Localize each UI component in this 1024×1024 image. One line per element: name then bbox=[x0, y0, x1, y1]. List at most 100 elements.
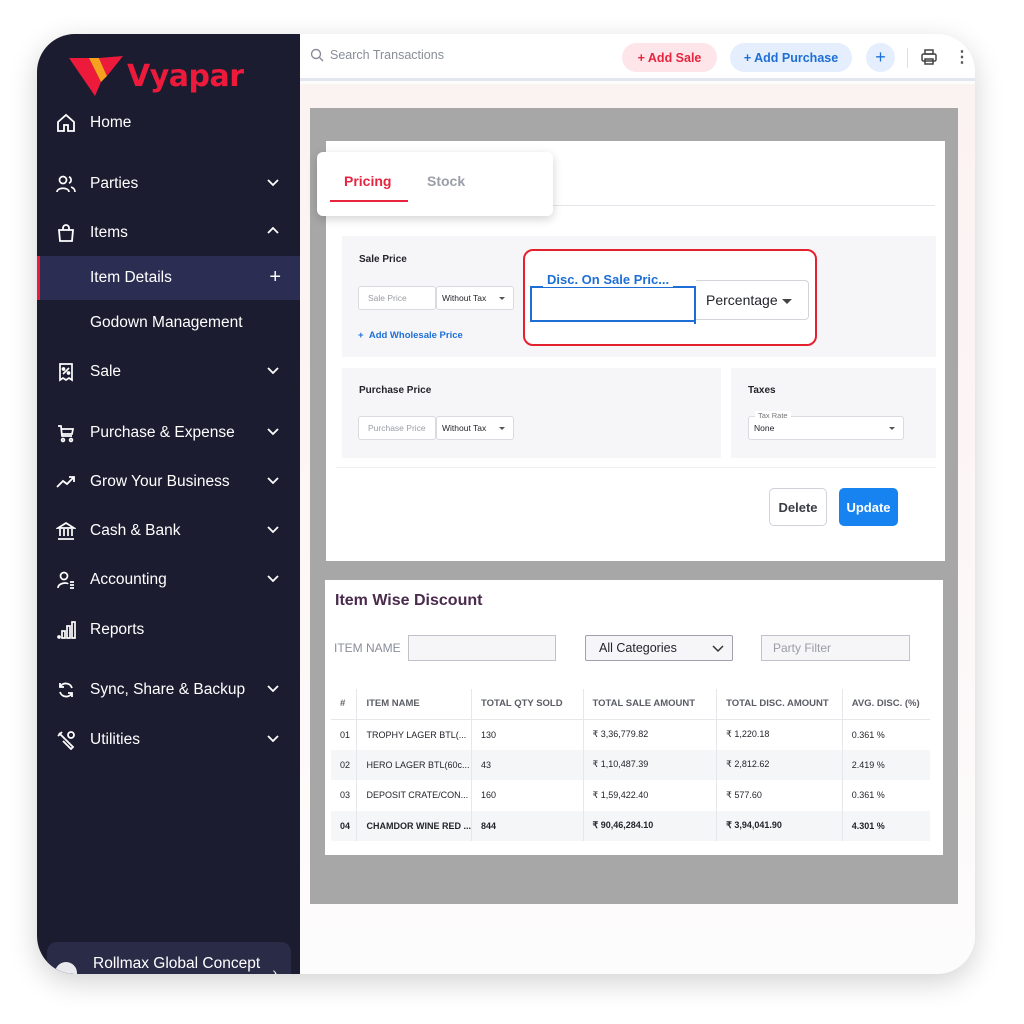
table-cell: 4.301 % bbox=[842, 810, 930, 841]
sidebar-item-accounting[interactable]: Accounting bbox=[37, 558, 300, 602]
company-switcher[interactable]: Rollmax Global Concept › bbox=[47, 942, 291, 974]
table-cell: 01 bbox=[331, 719, 358, 750]
sidebar-item-purchase-expense[interactable]: Purchase & Expense bbox=[37, 411, 300, 455]
sidebar-item-grow-your-business[interactable]: Grow Your Business bbox=[37, 460, 300, 504]
tab-pricing[interactable]: Pricing bbox=[344, 173, 391, 189]
purchase-price-input[interactable]: Purchase Price bbox=[358, 416, 436, 440]
column-header[interactable]: TOTAL QTY SOLD bbox=[471, 689, 584, 720]
table-row[interactable]: 01 TROPHY LAGER BTL(... 130 ₹ 3,36,779.8… bbox=[331, 719, 930, 750]
item-name-filter-label: ITEM NAME bbox=[334, 641, 401, 655]
update-button[interactable]: Update bbox=[839, 488, 898, 526]
sale-tax-mode-select[interactable]: Without Tax bbox=[436, 286, 514, 310]
table-cell: 844 bbox=[471, 810, 584, 841]
tax-rate-select[interactable]: Tax Rate None bbox=[748, 411, 904, 440]
sidebar-item-label: Reports bbox=[90, 621, 145, 638]
table-row[interactable]: 04 CHAMDOR WINE RED ... 844 ₹ 90,46,284.… bbox=[331, 810, 930, 841]
form-tabs: Pricing Stock bbox=[317, 152, 553, 216]
table-cell: 02 bbox=[331, 749, 358, 780]
sidebar-item-label: Home bbox=[90, 114, 132, 131]
table-cell: ₹ 3,36,779.82 bbox=[583, 719, 718, 750]
brand-logo[interactable]: Vyapar bbox=[67, 52, 244, 100]
sidebar-item-item-details[interactable]: Item Details + bbox=[37, 256, 300, 300]
caret-down-icon bbox=[499, 296, 505, 300]
sidebar-item-utilities[interactable]: Utilities bbox=[37, 718, 300, 762]
table-cell: 03 bbox=[331, 780, 358, 811]
purchase-price-title: Purchase Price bbox=[359, 385, 432, 396]
company-name: Rollmax Global Concept bbox=[93, 955, 261, 972]
column-header[interactable]: TOTAL DISC. AMOUNT bbox=[716, 689, 843, 720]
wholesale-link-label: Add Wholesale Price bbox=[368, 330, 463, 341]
sidebar: Vyapar Home Parties Items Item Details + bbox=[37, 34, 300, 974]
discount-type-select[interactable]: Percentage bbox=[696, 280, 809, 320]
category-select-value: All Categories bbox=[599, 641, 677, 655]
table-cell: TROPHY LAGER BTL(... bbox=[356, 719, 472, 750]
printer-icon[interactable] bbox=[920, 48, 938, 66]
tax-rate-label: Tax Rate bbox=[755, 411, 791, 420]
add-wholesale-price-link[interactable]: + Add Wholesale Price bbox=[358, 330, 463, 341]
chevron-down-icon bbox=[267, 477, 279, 485]
divider bbox=[553, 205, 935, 206]
sidebar-item-label: Item Details bbox=[90, 269, 172, 286]
purchase-tax-mode-value: Without Tax bbox=[442, 423, 487, 433]
table-cell: ₹ 577.60 bbox=[716, 780, 843, 811]
add-item-icon[interactable]: + bbox=[269, 266, 281, 289]
sidebar-item-home[interactable]: Home bbox=[37, 101, 300, 145]
sidebar-item-items[interactable]: Items bbox=[37, 211, 300, 255]
cart-icon bbox=[55, 422, 77, 444]
column-header[interactable]: # bbox=[331, 689, 358, 720]
sidebar-item-reports[interactable]: Reports bbox=[37, 608, 300, 652]
sidebar-item-parties[interactable]: Parties bbox=[37, 162, 300, 206]
more-options-icon[interactable]: ⋮ bbox=[954, 47, 970, 67]
chevron-down-icon bbox=[267, 526, 279, 534]
home-icon bbox=[55, 112, 77, 134]
sidebar-item-label: Items bbox=[90, 224, 128, 241]
sidebar-item-godown-management[interactable]: Godown Management bbox=[37, 301, 300, 345]
table-row[interactable]: 02 HERO LAGER BTL(60c... 43 ₹ 1,10,487.3… bbox=[331, 749, 930, 780]
receipt-icon bbox=[55, 361, 77, 383]
table-cell: CHAMDOR WINE RED ... bbox=[356, 810, 472, 841]
vyapar-logo-icon bbox=[69, 56, 123, 96]
table-cell: HERO LAGER BTL(60c... bbox=[356, 749, 472, 780]
column-header[interactable]: ITEM NAME bbox=[356, 689, 472, 720]
sidebar-item-label: Godown Management bbox=[90, 314, 243, 331]
item-name-filter-input[interactable] bbox=[408, 635, 556, 661]
sidebar-item-label: Accounting bbox=[90, 571, 167, 588]
chevron-up-icon bbox=[267, 226, 279, 234]
delete-button[interactable]: Delete bbox=[769, 488, 827, 526]
table-cell: ₹ 90,46,284.10 bbox=[583, 810, 718, 841]
bank-icon bbox=[55, 520, 77, 542]
sidebar-item-label: Utilities bbox=[90, 731, 140, 748]
caret-down-icon bbox=[499, 426, 505, 430]
chevron-right-icon: › bbox=[272, 964, 277, 974]
add-sale-button[interactable]: + Add Sale bbox=[622, 43, 717, 72]
tax-rate-value: None bbox=[754, 423, 775, 433]
purchase-tax-mode-select[interactable]: Without Tax bbox=[436, 416, 514, 440]
purchase-price-panel bbox=[342, 368, 721, 458]
chevron-down-icon bbox=[267, 428, 279, 436]
table-row[interactable]: 03 DEPOSIT CRATE/CON... 160 ₹ 1,59,422.4… bbox=[331, 780, 930, 811]
table-cell: 130 bbox=[471, 719, 584, 750]
sidebar-item-sale[interactable]: Sale bbox=[37, 350, 300, 394]
discount-input[interactable] bbox=[530, 286, 696, 324]
app-window: Vyapar Home Parties Items Item Details + bbox=[37, 34, 975, 974]
add-purchase-button[interactable]: + Add Purchase bbox=[730, 43, 852, 72]
table-cell: ₹ 2,812.62 bbox=[716, 749, 843, 780]
sidebar-item-cash-bank[interactable]: Cash & Bank bbox=[37, 509, 300, 553]
column-header[interactable]: TOTAL SALE AMOUNT bbox=[583, 689, 718, 720]
column-header[interactable]: AVG. DISC. (%) bbox=[842, 689, 930, 720]
divider bbox=[336, 467, 936, 468]
tab-stock[interactable]: Stock bbox=[427, 173, 465, 189]
chevron-down-icon bbox=[712, 645, 724, 653]
table-cell: 2.419 % bbox=[842, 749, 930, 780]
search-input[interactable]: Search Transactions bbox=[310, 48, 444, 62]
report-table: # ITEM NAME TOTAL QTY SOLD TOTAL SALE AM… bbox=[331, 689, 930, 841]
category-select[interactable]: All Categories bbox=[585, 635, 733, 661]
quick-add-button[interactable]: + bbox=[866, 43, 895, 72]
sale-price-input[interactable]: Sale Price bbox=[358, 286, 436, 310]
sidebar-item-label: Sale bbox=[90, 363, 122, 380]
sidebar-item-sync-share-backup[interactable]: Sync, Share & Backup bbox=[37, 668, 300, 712]
taxes-title: Taxes bbox=[748, 385, 776, 396]
party-filter-input[interactable]: Party Filter bbox=[761, 635, 910, 661]
discount-field-label: Disc. On Sale Pric... bbox=[543, 272, 674, 287]
sidebar-item-label: Sync, Share & Backup bbox=[90, 681, 246, 698]
